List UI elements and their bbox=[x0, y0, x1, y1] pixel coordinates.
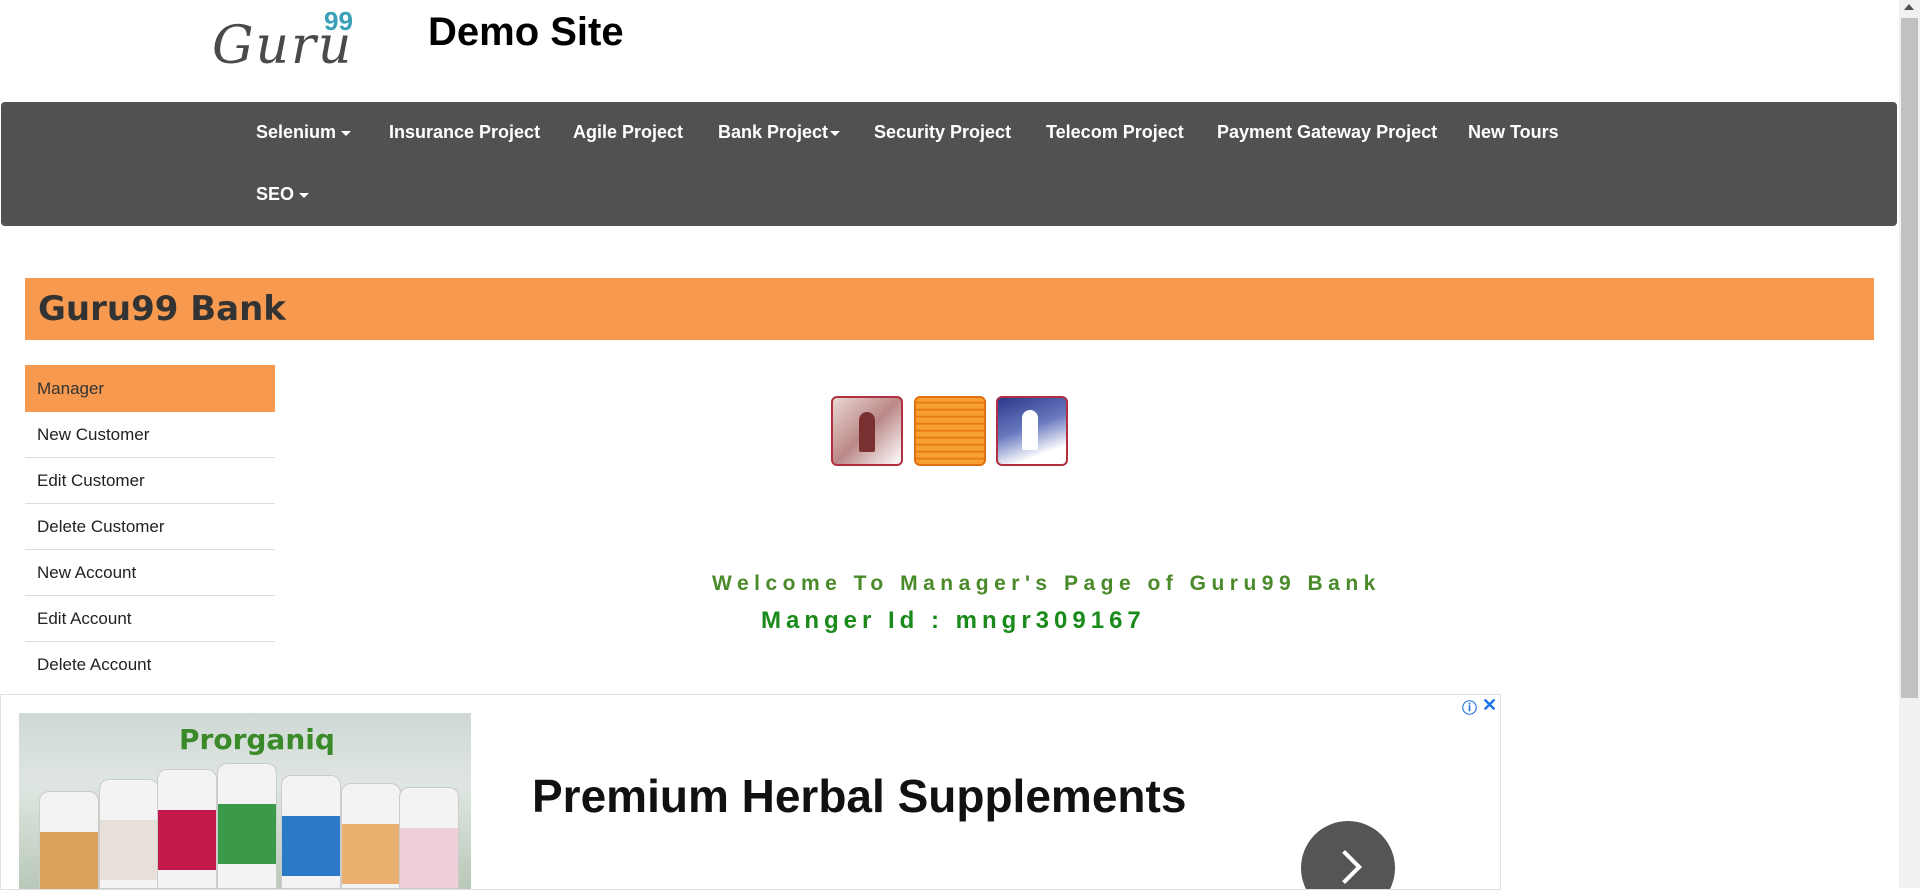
caret-down-icon bbox=[830, 130, 841, 136]
manager-id: Manger Id : mngr309167 bbox=[761, 607, 1146, 634]
bank-title: Guru99 Bank bbox=[38, 289, 286, 329]
nav-seo[interactable]: SEO bbox=[256, 184, 310, 205]
nav-label: SEO bbox=[256, 184, 295, 204]
ad-brand-logo: Prorganiq bbox=[179, 723, 335, 756]
vertical-scrollbar[interactable] bbox=[1899, 0, 1920, 888]
scrollbar-thumb[interactable] bbox=[1901, 18, 1918, 698]
nav-label: Insurance Project bbox=[389, 122, 541, 142]
nav-new-tours[interactable]: New Tours bbox=[1468, 122, 1559, 143]
nav-bank-project[interactable]: Bank Project bbox=[718, 122, 841, 143]
sidebar-item-delete-customer[interactable]: Delete Customer bbox=[25, 504, 275, 550]
sidebar-item-edit-account[interactable]: Edit Account bbox=[25, 596, 275, 642]
guru99-logo[interactable]: Guru 99 bbox=[212, 6, 362, 76]
sidebar-item-edit-customer[interactable]: Edit Customer bbox=[25, 458, 275, 504]
nav-selenium[interactable]: Selenium bbox=[256, 122, 352, 143]
bottle-image bbox=[99, 779, 159, 889]
sidebar-header-manager[interactable]: Manager bbox=[25, 365, 275, 412]
nav-payment-gateway-project[interactable]: Payment Gateway Project bbox=[1217, 122, 1437, 143]
bottle-image bbox=[399, 787, 459, 889]
site-header: Guru 99 Demo Site bbox=[0, 0, 1898, 102]
banker-photo bbox=[831, 396, 903, 466]
nav-label: Selenium bbox=[256, 122, 337, 142]
nav-label: Payment Gateway Project bbox=[1217, 122, 1438, 142]
sidebar-item-new-account[interactable]: New Account bbox=[25, 550, 275, 596]
advertisement-banner[interactable]: Prorganiq Premium Herbal Supplements ⓘ ✕ bbox=[0, 694, 1501, 890]
ad-product-image[interactable]: Prorganiq bbox=[19, 713, 471, 889]
nav-label: Telecom Project bbox=[1046, 122, 1184, 142]
nav-label: Bank Project bbox=[718, 122, 829, 142]
caret-down-icon bbox=[299, 192, 310, 198]
scroll-up-arrow-icon[interactable] bbox=[1904, 4, 1914, 10]
bottle-image bbox=[157, 769, 217, 889]
nav-security-project[interactable]: Security Project bbox=[874, 122, 1011, 143]
bottle-image bbox=[217, 763, 277, 889]
bottle-image bbox=[39, 791, 99, 889]
bank-title-banner: Guru99 Bank bbox=[25, 278, 1874, 340]
sidebar-item-delete-account[interactable]: Delete Account bbox=[25, 642, 275, 688]
coins-photo bbox=[914, 396, 986, 466]
bottle-image bbox=[281, 775, 341, 889]
sidebar-item-new-customer[interactable]: New Customer bbox=[25, 412, 275, 458]
ad-headline[interactable]: Premium Herbal Supplements bbox=[532, 769, 1186, 823]
nav-label: Security Project bbox=[874, 122, 1012, 142]
nav-label: New Tours bbox=[1468, 122, 1559, 142]
nav-label: Agile Project bbox=[573, 122, 684, 142]
welcome-message: Welcome To Manager's Page of Guru99 Bank bbox=[712, 572, 1381, 595]
bank-image-strip bbox=[831, 392, 1071, 468]
nav-agile-project[interactable]: Agile Project bbox=[573, 122, 683, 143]
chevron-right-icon[interactable] bbox=[1301, 821, 1395, 889]
caret-down-icon bbox=[341, 130, 352, 136]
nav-telecom-project[interactable]: Telecom Project bbox=[1046, 122, 1184, 143]
logo-superscript: 99 bbox=[324, 6, 353, 36]
main-navbar: Selenium Insurance Project Agile Project… bbox=[1, 102, 1897, 226]
nav-insurance-project[interactable]: Insurance Project bbox=[389, 122, 540, 143]
info-icon[interactable]: ⓘ bbox=[1462, 697, 1477, 718]
customer-photo bbox=[996, 396, 1068, 466]
site-title: Demo Site bbox=[428, 10, 624, 54]
bottle-image bbox=[341, 783, 401, 889]
manager-sidebar: Manager New Customer Edit Customer Delet… bbox=[25, 365, 275, 688]
close-icon[interactable]: ✕ bbox=[1482, 695, 1497, 716]
